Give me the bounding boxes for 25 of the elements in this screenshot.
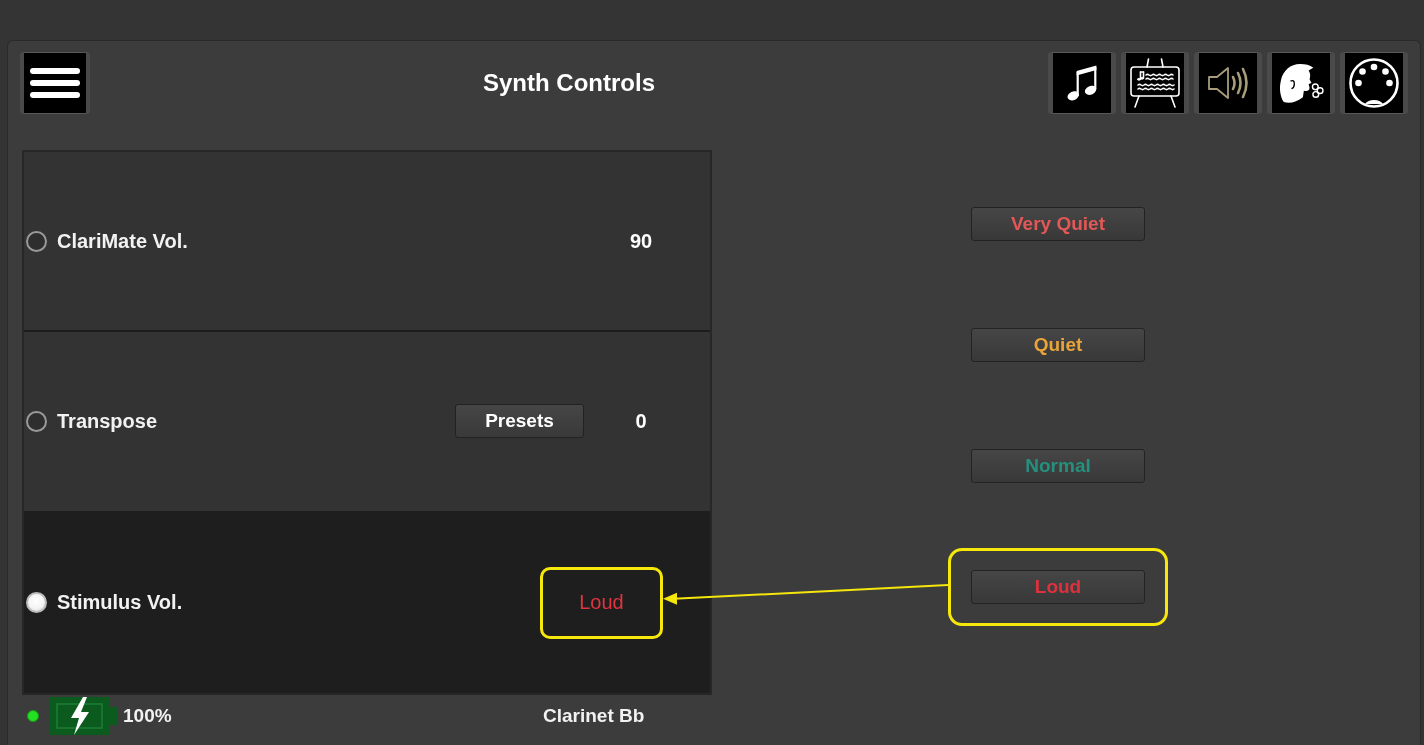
battery-percentage: 100% xyxy=(123,705,172,727)
presets-button[interactable]: Presets xyxy=(455,404,584,439)
setting-row[interactable]: ClariMate Vol. 90 xyxy=(24,152,710,333)
radio-button[interactable] xyxy=(26,592,47,614)
setting-row[interactable]: Transpose Presets 0 xyxy=(24,332,710,513)
setting-label: Stimulus Vol. xyxy=(57,591,184,615)
radio-button[interactable] xyxy=(26,230,47,252)
page-title: Synth Controls xyxy=(482,69,656,97)
setting-value: 0 xyxy=(635,410,647,433)
radio-button[interactable] xyxy=(26,411,47,432)
battery-charging-icon xyxy=(49,697,117,735)
toolbar-button[interactable] xyxy=(1194,52,1262,114)
menu-icon xyxy=(30,68,80,98)
toolbar-button[interactable] xyxy=(1267,52,1335,114)
setting-row[interactable]: Stimulus Vol. Loud xyxy=(24,512,710,693)
menu-button[interactable] xyxy=(20,52,90,114)
toolbar-button[interactable] xyxy=(1048,52,1116,114)
setting-value: 90 xyxy=(629,229,653,253)
instrument-name: Clarinet Bb xyxy=(543,705,645,726)
toolbar-button[interactable] xyxy=(1121,52,1189,114)
setting-label: ClariMate Vol. xyxy=(57,229,189,253)
toolbar-button[interactable] xyxy=(1340,52,1408,114)
setting-value: Loud xyxy=(579,591,624,615)
setting-label: Transpose xyxy=(57,410,159,433)
option-button[interactable]: Quiet xyxy=(971,328,1145,362)
